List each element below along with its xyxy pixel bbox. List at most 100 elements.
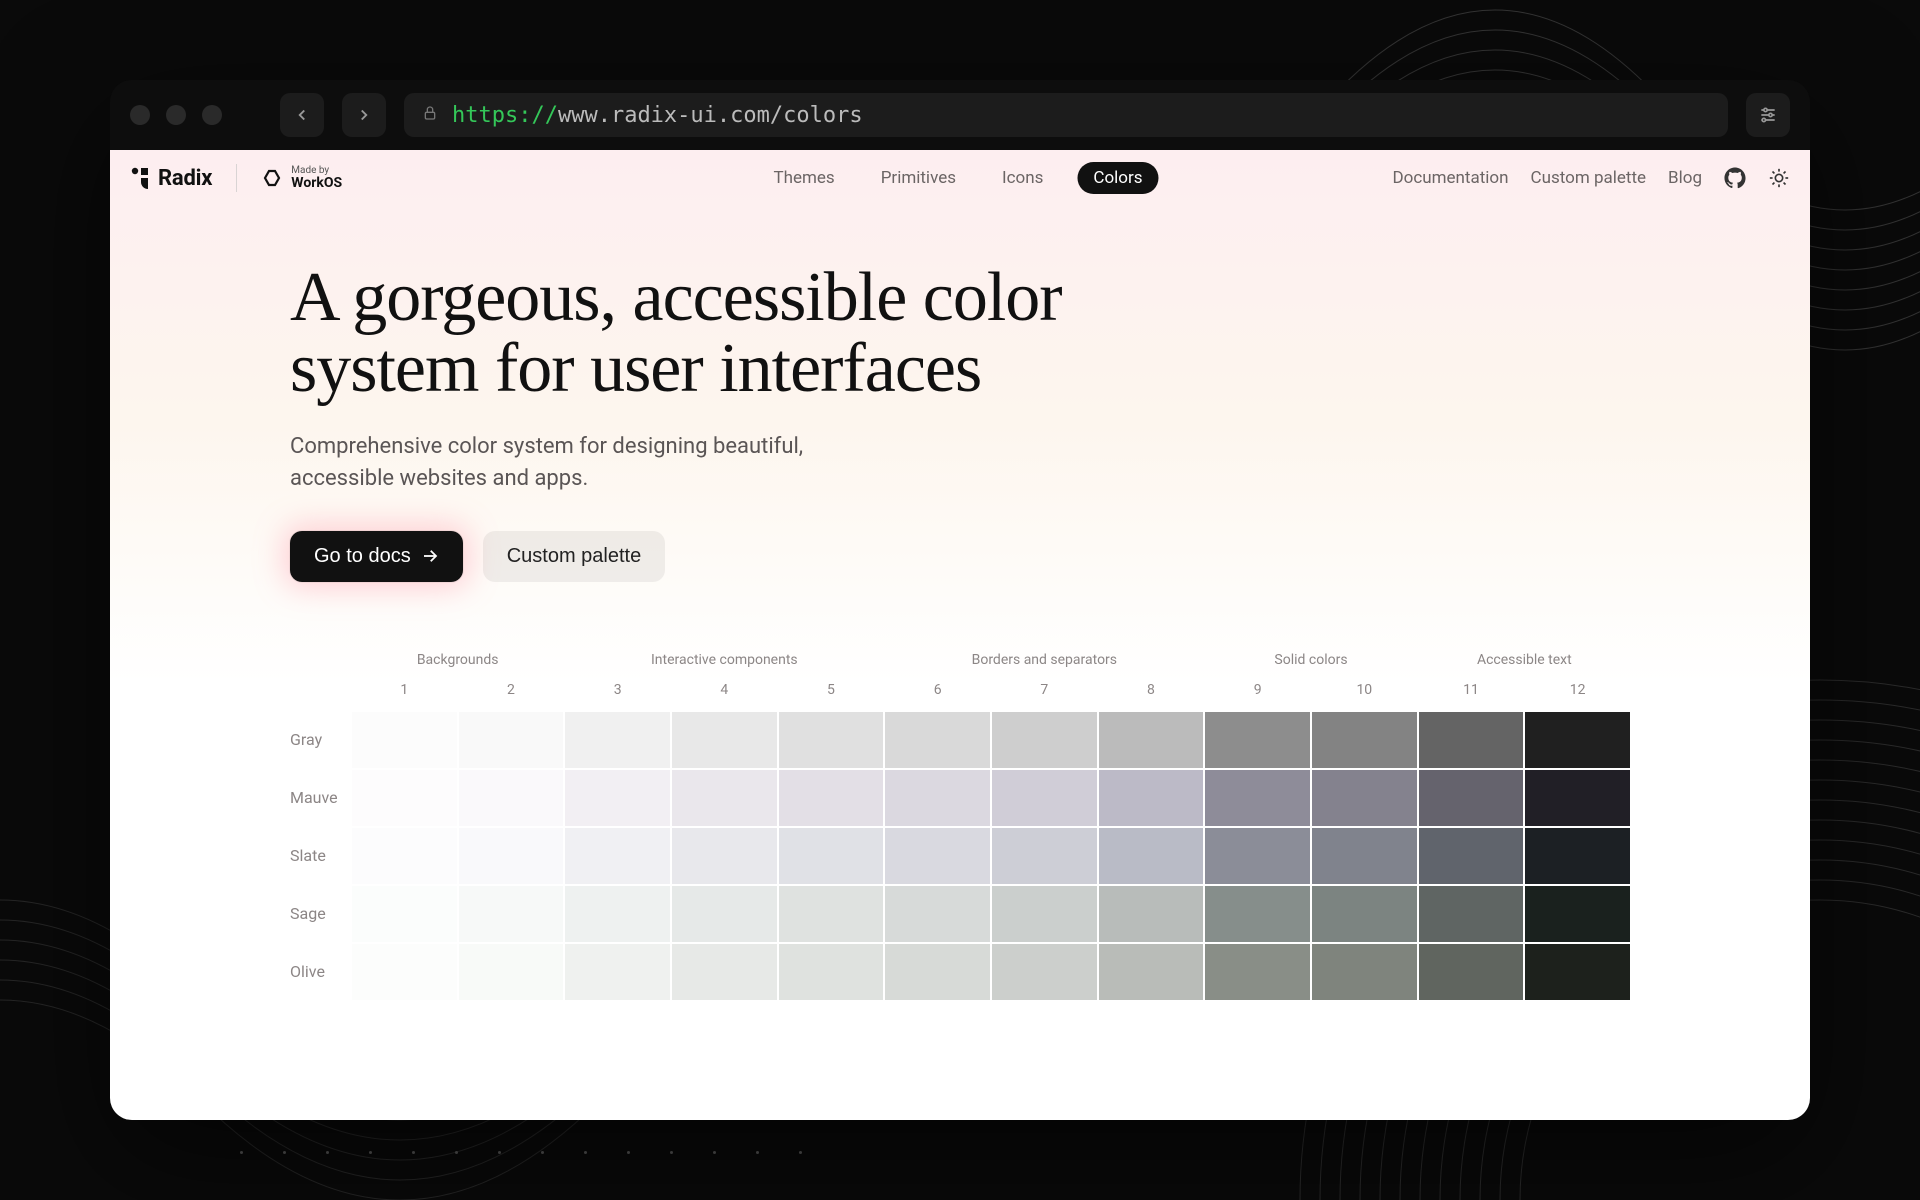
nav-themes[interactable]: Themes <box>761 162 846 194</box>
color-swatch[interactable] <box>672 886 777 942</box>
palette-grid: Backgrounds Interactive components Borde… <box>290 652 1630 1000</box>
color-swatch[interactable] <box>459 944 564 1000</box>
color-swatch[interactable] <box>459 886 564 942</box>
color-swatch[interactable] <box>672 712 777 768</box>
color-swatch[interactable] <box>352 886 457 942</box>
color-swatch[interactable] <box>885 828 990 884</box>
color-swatch[interactable] <box>992 712 1097 768</box>
color-swatch[interactable] <box>779 770 884 826</box>
color-swatch[interactable] <box>1419 770 1524 826</box>
color-swatch[interactable] <box>1099 828 1204 884</box>
back-button[interactable] <box>280 93 324 137</box>
nav-icons[interactable]: Icons <box>990 162 1055 194</box>
palette-group-labels: Backgrounds Interactive components Borde… <box>290 652 1630 682</box>
color-swatch[interactable] <box>1099 770 1204 826</box>
step-label: 3 <box>565 682 670 698</box>
nav-primitives[interactable]: Primitives <box>869 162 968 194</box>
minimize-window-icon[interactable] <box>166 105 186 125</box>
color-swatch[interactable] <box>1525 828 1630 884</box>
color-swatch[interactable] <box>1419 886 1524 942</box>
color-swatch[interactable] <box>885 886 990 942</box>
color-swatch[interactable] <box>1312 828 1417 884</box>
color-swatch[interactable] <box>565 712 670 768</box>
color-swatch[interactable] <box>672 828 777 884</box>
made-by-workos[interactable]: Made by WorkOS <box>261 166 342 190</box>
color-swatch[interactable] <box>992 770 1097 826</box>
step-label: 4 <box>672 682 777 698</box>
color-swatch[interactable] <box>459 828 564 884</box>
color-swatch[interactable] <box>779 944 884 1000</box>
color-swatch[interactable] <box>1525 944 1630 1000</box>
color-swatch[interactable] <box>885 770 990 826</box>
palette-row: Slate <box>290 828 1630 884</box>
maximize-window-icon[interactable] <box>202 105 222 125</box>
theme-toggle[interactable] <box>1768 167 1790 189</box>
color-swatch[interactable] <box>1312 770 1417 826</box>
browser-settings-button[interactable] <box>1746 93 1790 137</box>
color-swatch[interactable] <box>672 944 777 1000</box>
step-label: 12 <box>1525 682 1630 698</box>
color-swatch[interactable] <box>352 828 457 884</box>
color-swatch[interactable] <box>1419 712 1524 768</box>
color-swatch[interactable] <box>779 828 884 884</box>
color-swatch[interactable] <box>885 944 990 1000</box>
go-to-docs-button[interactable]: Go to docs <box>290 531 463 582</box>
color-swatch[interactable] <box>992 944 1097 1000</box>
color-swatch[interactable] <box>565 828 670 884</box>
color-swatch[interactable] <box>565 944 670 1000</box>
color-swatch[interactable] <box>1312 886 1417 942</box>
radix-logo[interactable]: Radix <box>130 166 212 191</box>
color-swatch[interactable] <box>565 770 670 826</box>
color-swatch[interactable] <box>352 712 457 768</box>
nav-documentation[interactable]: Documentation <box>1392 168 1508 188</box>
custom-palette-button[interactable]: Custom palette <box>483 531 666 582</box>
color-swatch[interactable] <box>1419 944 1524 1000</box>
address-bar[interactable]: https://www.radix-ui.com/colors <box>404 93 1728 137</box>
lock-icon <box>422 105 438 126</box>
color-swatch[interactable] <box>1099 886 1204 942</box>
scale-name: Gray <box>290 712 350 768</box>
radix-mark-icon <box>130 167 150 189</box>
close-window-icon[interactable] <box>130 105 150 125</box>
color-swatch[interactable] <box>992 828 1097 884</box>
scale-name: Olive <box>290 944 350 1000</box>
color-swatch[interactable] <box>1205 886 1310 942</box>
color-swatch[interactable] <box>1525 770 1630 826</box>
nav-colors[interactable]: Colors <box>1077 162 1158 194</box>
color-swatch[interactable] <box>779 712 884 768</box>
url-protocol: https:// <box>452 103 558 128</box>
color-swatch[interactable] <box>992 886 1097 942</box>
brand-block: Radix Made by WorkOS <box>130 164 342 192</box>
color-swatch[interactable] <box>1205 944 1310 1000</box>
color-swatch[interactable] <box>1099 712 1204 768</box>
forward-button[interactable] <box>342 93 386 137</box>
nav-custom-palette[interactable]: Custom palette <box>1531 168 1647 188</box>
color-swatch[interactable] <box>1525 886 1630 942</box>
color-swatch[interactable] <box>885 712 990 768</box>
nav-blog[interactable]: Blog <box>1668 168 1702 188</box>
chevron-left-icon <box>293 106 311 124</box>
github-link[interactable] <box>1724 167 1746 189</box>
color-swatch[interactable] <box>779 886 884 942</box>
color-swatch[interactable] <box>1525 712 1630 768</box>
color-swatch[interactable] <box>352 770 457 826</box>
color-swatch[interactable] <box>1205 770 1310 826</box>
hero: A gorgeous, accessible color system for … <box>110 206 1110 582</box>
window-traffic-lights[interactable] <box>130 105 222 125</box>
color-swatch[interactable] <box>1419 828 1524 884</box>
color-swatch[interactable] <box>1205 828 1310 884</box>
color-swatch[interactable] <box>565 886 670 942</box>
color-swatch[interactable] <box>352 944 457 1000</box>
color-swatch[interactable] <box>1312 712 1417 768</box>
color-swatch[interactable] <box>1099 944 1204 1000</box>
color-swatch[interactable] <box>1205 712 1310 768</box>
color-swatch[interactable] <box>459 770 564 826</box>
color-swatch[interactable] <box>672 770 777 826</box>
color-swatch[interactable] <box>1312 944 1417 1000</box>
hero-subtitle: Comprehensive color system for designing… <box>290 431 870 495</box>
step-label: 2 <box>459 682 564 698</box>
scale-name: Mauve <box>290 770 350 826</box>
color-swatch[interactable] <box>459 712 564 768</box>
step-label: 5 <box>779 682 884 698</box>
github-icon <box>1724 167 1746 189</box>
